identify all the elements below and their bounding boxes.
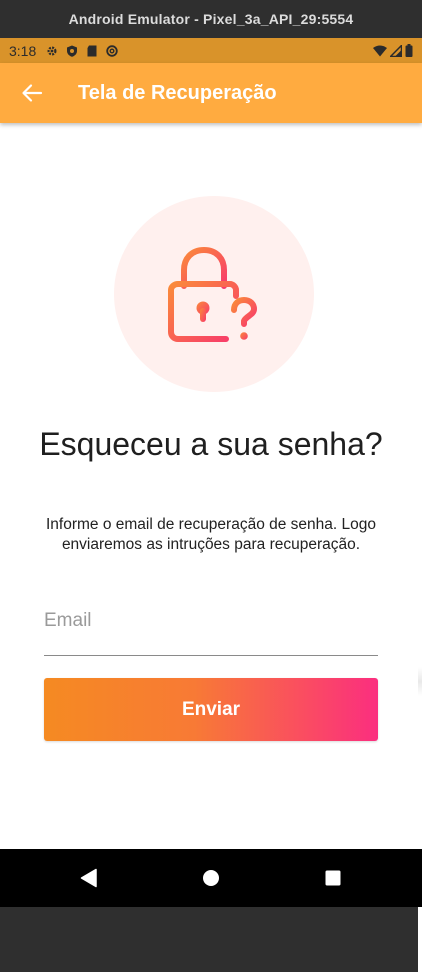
wifi-icon bbox=[373, 45, 387, 56]
back-triangle-icon bbox=[80, 868, 97, 888]
arrow-back-icon bbox=[22, 84, 43, 102]
nav-back-button[interactable] bbox=[69, 858, 109, 898]
description-text: Informe o email de recuperação de senha.… bbox=[45, 516, 377, 553]
page-title: Tela de Recuperação bbox=[78, 81, 277, 104]
headline: Esqueceu a sua senha? bbox=[39, 426, 383, 462]
status-bar: 3:18 bbox=[0, 38, 422, 63]
gear-icon bbox=[47, 45, 57, 56]
status-time: 3:18 bbox=[9, 42, 37, 59]
app-bar: Tela de Recuperação bbox=[0, 63, 422, 123]
email-input[interactable] bbox=[44, 601, 378, 641]
no-entry-icon bbox=[106, 44, 118, 57]
sd-card-icon bbox=[87, 45, 97, 56]
email-field[interactable] bbox=[44, 601, 378, 656]
navigation-bar bbox=[0, 849, 422, 907]
signal-icon bbox=[390, 44, 402, 57]
nav-recents-button[interactable] bbox=[313, 858, 353, 898]
shield-icon bbox=[67, 45, 78, 57]
illustration-circle bbox=[114, 196, 314, 392]
emulator-window-title: Android Emulator - Pixel_3a_API_29:5554 bbox=[0, 0, 422, 38]
recovery-screen: Esqueceu a sua senha? Informe o email de… bbox=[0, 123, 422, 972]
send-button[interactable]: Enviar bbox=[44, 678, 378, 741]
battery-icon bbox=[405, 44, 413, 57]
status-system-icons bbox=[373, 44, 413, 57]
back-button[interactable] bbox=[12, 73, 52, 113]
nav-home-button[interactable] bbox=[191, 858, 231, 898]
home-circle-icon bbox=[203, 870, 219, 886]
status-notification-icons bbox=[46, 44, 118, 57]
recents-square-icon bbox=[325, 870, 341, 886]
lock-question-icon bbox=[168, 246, 257, 342]
